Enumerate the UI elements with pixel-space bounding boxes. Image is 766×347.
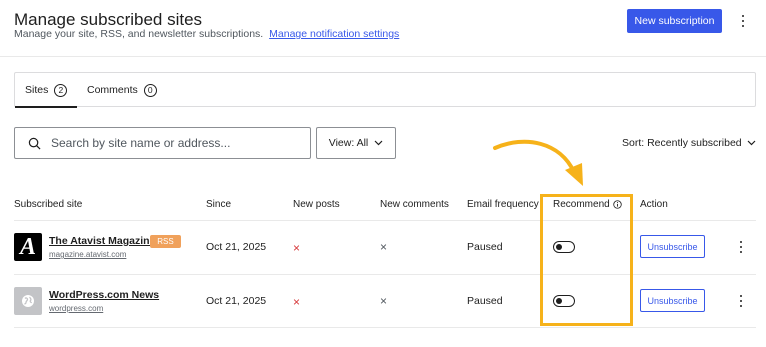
search-input[interactable] — [51, 136, 291, 150]
chevron-down-icon — [374, 140, 383, 146]
new-comments-off-icon[interactable]: × — [380, 295, 387, 307]
new-posts-off-icon[interactable]: × — [293, 242, 300, 254]
rss-badge: RSS — [150, 235, 181, 248]
header-divider — [0, 56, 766, 57]
row-divider — [14, 327, 756, 328]
recommend-toggle[interactable] — [553, 241, 575, 253]
sort-dropdown[interactable]: Sort: Recently subscribed — [622, 137, 756, 149]
col-new-posts: New posts — [293, 199, 340, 210]
site-url-link[interactable]: magazine.atavist.com — [49, 250, 126, 259]
info-icon[interactable] — [613, 200, 622, 209]
site-name-link[interactable]: WordPress.com News — [49, 289, 159, 301]
site-url-link[interactable]: wordpress.com — [49, 304, 103, 313]
col-recommend: Recommend — [553, 199, 622, 210]
tab-comments-count: 0 — [143, 83, 157, 97]
search-icon — [28, 137, 41, 149]
notification-settings-link[interactable]: Manage notification settings — [269, 28, 399, 40]
site-logo — [14, 287, 42, 315]
col-new-comments: New comments — [380, 199, 449, 210]
recommend-highlight-box — [540, 194, 633, 326]
view-filter-label: View: All — [328, 137, 369, 149]
email-frequency: Paused — [467, 241, 503, 253]
col-email-frequency: Email frequency — [467, 199, 539, 210]
tab-sites-count: 2 — [54, 83, 68, 97]
header-row-divider — [14, 220, 756, 221]
email-frequency: Paused — [467, 295, 503, 307]
unsubscribe-button[interactable]: Unsubscribe — [640, 289, 705, 312]
new-comments-off-icon[interactable]: × — [380, 241, 387, 253]
page-title: Manage subscribed sites — [14, 10, 203, 29]
tab-comments-label: Comments — [87, 84, 138, 96]
tab-comments[interactable]: Comments 0 — [87, 73, 157, 107]
since-date: Oct 21, 2025 — [206, 241, 267, 253]
chevron-down-icon — [747, 140, 756, 146]
recommend-toggle[interactable] — [553, 295, 575, 307]
unsubscribe-button[interactable]: Unsubscribe — [640, 235, 705, 258]
col-since: Since — [206, 199, 232, 210]
search-box — [14, 127, 311, 159]
new-posts-off-icon[interactable]: × — [293, 296, 300, 308]
row-kebab-icon[interactable] — [736, 294, 746, 308]
new-subscription-button[interactable]: New subscription — [627, 9, 722, 33]
sort-label: Sort: Recently subscribed — [622, 137, 742, 149]
toggle-knob — [556, 298, 562, 304]
col-subscribed-site: Subscribed site — [14, 199, 83, 210]
col-recommend-label: Recommend — [553, 199, 610, 210]
globe-icon — [22, 295, 34, 307]
row-kebab-icon[interactable] — [736, 240, 746, 254]
page-subtitle: Manage your site, RSS, and newsletter su… — [14, 28, 399, 40]
since-date: Oct 21, 2025 — [206, 295, 267, 307]
tab-sites-label: Sites — [25, 84, 49, 96]
tab-sites[interactable]: Sites 2 — [15, 73, 78, 108]
kebab-icon[interactable] — [738, 13, 748, 29]
toggle-knob — [556, 244, 562, 250]
subtitle-text: Manage your site, RSS, and newsletter su… — [14, 28, 264, 40]
col-action: Action — [640, 199, 668, 210]
tab-bar: Sites 2 Comments 0 — [14, 72, 756, 108]
row-divider — [14, 274, 756, 275]
site-logo: A — [14, 233, 42, 261]
view-filter-dropdown[interactable]: View: All — [316, 127, 396, 159]
active-tab-indicator — [15, 106, 78, 108]
site-name-link[interactable]: The Atavist Magazine — [49, 235, 155, 247]
